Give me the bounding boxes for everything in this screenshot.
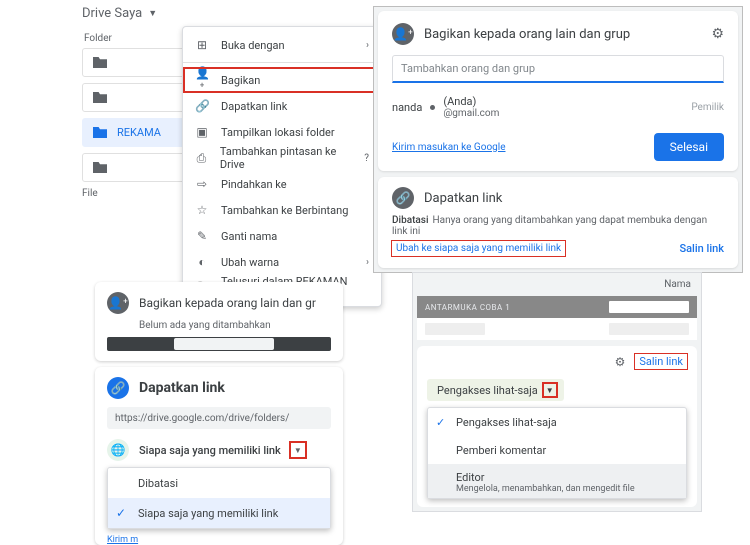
gear-icon[interactable]: ⚙: [615, 355, 626, 369]
role-option-editor[interactable]: Editor Mengelola, menambahkan, dan menge…: [428, 464, 686, 498]
role-badge-label: Pengakses lihat-saja: [437, 384, 538, 397]
menu-move-to[interactable]: ⇨Pindahkan ke: [183, 171, 381, 197]
menu-rename[interactable]: ✎Ganti nama: [183, 223, 381, 249]
getlink-title: Dapatkan link: [139, 380, 225, 396]
permission-dropdown: Dibatasi ✓Siapa saja yang memiliki link: [107, 467, 331, 529]
link-icon: 🔗: [195, 99, 209, 113]
redacted-strip: [107, 337, 331, 351]
menu-share[interactable]: 👤⁺Bagikan: [183, 67, 381, 93]
gear-icon[interactable]: ⚙: [711, 26, 724, 42]
menu-get-link[interactable]: 🔗Dapatkan link: [183, 93, 381, 119]
copy-link-button[interactable]: Salin link: [635, 354, 687, 369]
permission-label: Siapa saja yang memiliki link: [139, 444, 281, 457]
link-icon: 🔗: [107, 377, 129, 399]
perm-option-anyone[interactable]: ✓Siapa saja yang memiliki link: [108, 498, 330, 528]
perm-option-restricted[interactable]: Dibatasi: [108, 468, 330, 498]
getlink-desc: DibatasiHanya orang yang ditambahkan yan…: [392, 215, 724, 237]
add-people-input[interactable]: Tambahkan orang dan grup: [392, 55, 724, 83]
copy-link-button[interactable]: Salin link: [679, 242, 724, 255]
share-panel: 👤⁺ Bagikan kepada orang lain dan grup ⚙ …: [373, 6, 743, 273]
role-card: ⚙ Salin link Pengakses lihat-saja ▼ ✓Pen…: [417, 346, 697, 507]
role-dropdown-panel: Nama ANTARMUKA COBA 1 ⚙ Salin link Penga…: [412, 272, 702, 512]
owner-row: nanda (Anda) @gmail.com Pemilik: [392, 95, 724, 119]
redacted-row-light: [417, 318, 697, 340]
rename-icon: ✎: [195, 229, 209, 243]
folder-icon: [93, 57, 107, 68]
folder-icon: [93, 162, 107, 173]
permission-dropdown-button[interactable]: ▼: [291, 443, 305, 457]
share-card-small: 👤⁺ Bagikan kepada orang lain dan gr Belum…: [95, 282, 343, 361]
menu-separator: [183, 62, 381, 63]
owner-name: nanda: [392, 101, 422, 114]
change-access-link[interactable]: Ubah ke siapa saja yang memiliki link: [392, 241, 565, 256]
person-add-icon: 👤⁺: [392, 23, 414, 45]
done-button[interactable]: Selesai: [654, 133, 724, 161]
permission-row: 🌐 Siapa saja yang memiliki link ▼: [107, 439, 331, 461]
role-badge[interactable]: Pengakses lihat-saja ▼: [427, 379, 564, 401]
feedback-link-truncated[interactable]: Kirim m: [107, 535, 138, 545]
apps-icon: ⊞: [195, 38, 209, 52]
folder-open-icon: ▣: [195, 125, 209, 139]
check-icon: ✓: [116, 506, 126, 520]
column-header: Nama: [417, 277, 697, 296]
feedback-link[interactable]: Kirim masukan ke Google: [392, 142, 506, 153]
role-dropdown-button[interactable]: ▼: [544, 384, 556, 396]
getlink-title: Dapatkan link: [424, 191, 502, 206]
chevron-down-icon: ▼: [148, 8, 157, 19]
menu-change-color[interactable]: ◐Ubah warna›: [183, 249, 381, 275]
chevron-right-icon: ›: [366, 40, 369, 51]
getlink-card-small: 🔗 Dapatkan link https://drive.google.com/…: [95, 367, 343, 545]
move-icon: ⇨: [195, 177, 209, 191]
getlink-card: 🔗 Dapatkan link DibatasiHanya orang yang…: [378, 177, 738, 268]
redacted-row-dark: ANTARMUKA COBA 1: [417, 296, 697, 318]
check-icon: ✓: [436, 416, 445, 429]
dot-icon: [430, 105, 435, 110]
menu-show-location[interactable]: ▣Tampilkan lokasi folder: [183, 119, 381, 145]
url-box[interactable]: https://drive.google.com/drive/folders/: [107, 407, 331, 429]
palette-icon: ◐: [195, 255, 209, 269]
chevron-right-icon: ›: [366, 257, 369, 268]
owner-role: Pemilik: [691, 102, 724, 113]
drive-shortcut-icon: ⎙: [195, 151, 208, 166]
share-title: Bagikan kepada orang lain dan grup: [424, 27, 630, 42]
folder-icon: [93, 127, 107, 138]
link-icon: 🔗: [392, 187, 414, 209]
folder-name: REKAMA: [117, 126, 161, 139]
globe-icon: 🌐: [107, 439, 129, 461]
role-option-viewer[interactable]: ✓Pengakses lihat-saja: [428, 408, 686, 436]
role-dropdown: ✓Pengakses lihat-saja Pemberi komentar E…: [427, 407, 687, 499]
star-icon: ☆: [195, 203, 209, 217]
share-card: 👤⁺ Bagikan kepada orang lain dan grup ⚙ …: [378, 11, 738, 171]
role-option-commenter[interactable]: Pemberi komentar: [428, 436, 686, 464]
person-add-icon: 👤⁺: [107, 292, 129, 314]
share-empty-label: Belum ada yang ditambahkan: [139, 320, 331, 331]
context-menu: ⊞Buka dengan› 👤⁺Bagikan 🔗Dapatkan link ▣…: [182, 26, 382, 307]
owner-email: @gmail.com: [443, 108, 499, 119]
person-add-icon: 👤⁺: [195, 66, 209, 94]
menu-add-shortcut[interactable]: ⎙Tambahkan pintasan ke Drive?: [183, 145, 381, 171]
getlink-dropdown-panel: 👤⁺ Bagikan kepada orang lain dan gr Belum…: [95, 282, 343, 545]
menu-open-with[interactable]: ⊞Buka dengan›: [183, 32, 381, 58]
menu-star[interactable]: ☆Tambahkan ke Berbintang: [183, 197, 381, 223]
owner-you: (Anda): [443, 95, 499, 108]
share-title-truncated: Bagikan kepada orang lain dan gr: [139, 296, 316, 310]
drive-title: Drive Saya: [82, 6, 142, 21]
folder-icon: [93, 92, 107, 103]
help-icon: ?: [364, 153, 369, 164]
